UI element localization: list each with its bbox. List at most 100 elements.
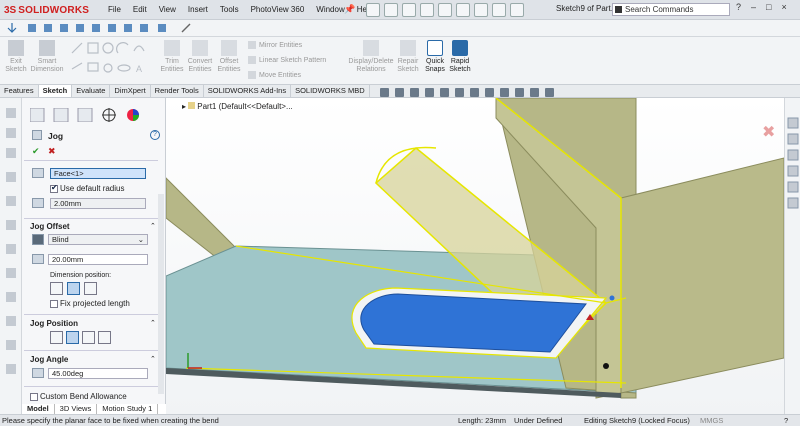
menu-tools[interactable]: Tools: [214, 4, 245, 16]
display-delete-relations-button[interactable]: Display/Delete Relations: [344, 40, 398, 74]
tab-dimxpert[interactable]: DimXpert: [110, 85, 151, 97]
tab-features[interactable]: Features: [0, 85, 39, 97]
rebuild-icon[interactable]: [474, 3, 488, 17]
cancel-button[interactable]: ✖: [48, 146, 56, 157]
jog-angle-input[interactable]: 45.00deg: [48, 368, 148, 379]
collapse-jog-offset-icon[interactable]: ⌃: [150, 222, 156, 230]
jog-position-group: [50, 331, 111, 344]
linear-sketch-pattern-button[interactable]: Linear Sketch Pattern: [248, 56, 326, 66]
feature-tree-flyout[interactable]: ▸ Part1 (Default<<Default>...: [182, 102, 293, 111]
display-style-icon[interactable]: [470, 88, 479, 97]
tab-sketch[interactable]: Sketch: [38, 85, 73, 97]
strip-icons: [6, 108, 16, 374]
section-view-icon[interactable]: [425, 88, 434, 97]
offset-distance-input[interactable]: 20.00mm: [48, 254, 148, 265]
offset-entities-button[interactable]: Offset Entities: [216, 40, 242, 74]
tab-solidworks-mbd[interactable]: SOLIDWORKS MBD: [291, 85, 370, 97]
save-icon[interactable]: [402, 3, 416, 17]
menu-file[interactable]: File: [102, 4, 127, 16]
edit-appearance-icon[interactable]: [500, 88, 509, 97]
rapid-sketch-button[interactable]: Rapid Sketch: [448, 40, 472, 74]
file-properties-icon[interactable]: [492, 3, 506, 17]
exit-sketch-button[interactable]: Exit Sketch: [4, 40, 28, 74]
bend-radius-input[interactable]: 2.00mm: [50, 198, 146, 209]
pm-help-button[interactable]: ?: [150, 130, 160, 140]
view-orientation-icon[interactable]: [455, 88, 464, 97]
hide-show-items-icon[interactable]: [485, 88, 494, 97]
collapse-jog-angle-icon[interactable]: ⌃: [150, 355, 156, 363]
close-button[interactable]: ×: [781, 2, 786, 12]
zoom-to-fit-icon[interactable]: [380, 88, 389, 97]
jog-angle-icon: [32, 368, 44, 378]
tab-solidworks-add-ins[interactable]: SOLIDWORKS Add-Ins: [204, 85, 292, 97]
move-entities-button[interactable]: Move Entities: [248, 71, 301, 81]
tab-motion-study[interactable]: Motion Study 1: [97, 404, 159, 414]
graphics-area[interactable]: [166, 98, 784, 414]
previous-view-icon[interactable]: [410, 88, 419, 97]
fixed-face-selection[interactable]: Face<1>: [50, 168, 146, 179]
convert-entities-button[interactable]: Convert Entities: [186, 40, 214, 74]
open-icon[interactable]: [384, 3, 398, 17]
fix-projected-length-check: [50, 299, 58, 308]
jog-angle-heading: Jog Angle: [30, 355, 69, 364]
outside-offset-button[interactable]: [50, 282, 63, 295]
maximize-button[interactable]: □: [766, 2, 771, 12]
use-default-radius-checkbox[interactable]: Use default radius: [50, 183, 124, 193]
inside-offset-button[interactable]: [67, 282, 80, 295]
repair-sketch-button[interactable]: Repair Sketch: [396, 40, 420, 74]
mirror-entities-button[interactable]: Mirror Entities: [248, 41, 302, 51]
cancel-confirmation-corner-icon[interactable]: ✖: [762, 122, 775, 142]
new-document-icon[interactable]: [366, 3, 380, 17]
status-help[interactable]: ?: [784, 415, 788, 426]
overall-dimension-button[interactable]: [84, 282, 97, 295]
jog-offset-heading: Jog Offset: [30, 222, 70, 231]
menu-view[interactable]: View: [153, 4, 182, 16]
menu-bar: File Edit View Insert Tools PhotoView 36…: [102, 4, 379, 16]
zoom-to-area-icon[interactable]: [395, 88, 404, 97]
quick-snaps-button[interactable]: Quick Snaps: [424, 40, 446, 74]
tab-3d-views[interactable]: 3D Views: [55, 404, 98, 414]
bend-outside-button[interactable]: [98, 331, 111, 344]
tab-model[interactable]: Model: [22, 404, 55, 414]
options-gear-icon[interactable]: [510, 3, 524, 17]
search-commands-input[interactable]: Search Commands: [612, 3, 730, 16]
move-label: Move Entities: [259, 72, 302, 79]
mirror-label: Mirror Entities: [259, 42, 303, 49]
bend-radius-icon: [32, 198, 44, 208]
pm-scrollbar[interactable]: [158, 194, 164, 394]
dynamic-annotation-icon[interactable]: [440, 88, 449, 97]
menu-edit[interactable]: Edit: [127, 4, 153, 16]
units-indicator[interactable]: MMGS: [700, 415, 723, 426]
monitor-icon[interactable]: [545, 88, 554, 97]
view-settings-icon[interactable]: [530, 88, 539, 97]
select-icon[interactable]: [456, 3, 470, 17]
trim-entities-button[interactable]: Trim Entities: [160, 40, 184, 74]
tab-evaluate[interactable]: Evaluate: [72, 85, 111, 97]
help-button[interactable]: ?: [736, 2, 741, 12]
bend-centerline-button[interactable]: [50, 331, 63, 344]
pin-icon[interactable]: 📌: [344, 4, 355, 16]
solidworks-logo[interactable]: 3S SOLIDWORKS: [4, 3, 89, 17]
minimize-button[interactable]: –: [751, 2, 756, 12]
tab-render-tools[interactable]: Render Tools: [151, 85, 204, 97]
sketch-entity-icons: A: [71, 42, 145, 74]
print-icon[interactable]: [420, 3, 434, 17]
custom-bend-allowance-check: [30, 392, 38, 401]
smart-dimension-button[interactable]: Smart Dimension: [30, 40, 64, 74]
pm-tab-icons: [30, 108, 139, 122]
material-outside-button[interactable]: [82, 331, 95, 344]
rapid-sketch-label: Rapid Sketch: [449, 58, 471, 73]
dimension-position-group: [50, 282, 97, 295]
ok-button[interactable]: ✔: [32, 146, 40, 157]
dimension-position-label: Dimension position:: [50, 272, 112, 279]
apply-scene-icon[interactable]: [515, 88, 524, 97]
undo-icon[interactable]: [438, 3, 452, 17]
menu-insert[interactable]: Insert: [182, 4, 214, 16]
end-condition-select[interactable]: Blind ⌄: [48, 234, 148, 245]
jog-icon: [32, 130, 42, 140]
fix-projected-length-checkbox[interactable]: Fix projected length: [50, 299, 130, 308]
menu-photoview[interactable]: PhotoView 360: [245, 4, 311, 16]
collapse-jog-position-icon[interactable]: ⌃: [150, 319, 156, 327]
custom-bend-allowance-checkbox[interactable]: Custom Bend Allowance: [30, 392, 127, 401]
material-inside-button[interactable]: [66, 331, 79, 344]
